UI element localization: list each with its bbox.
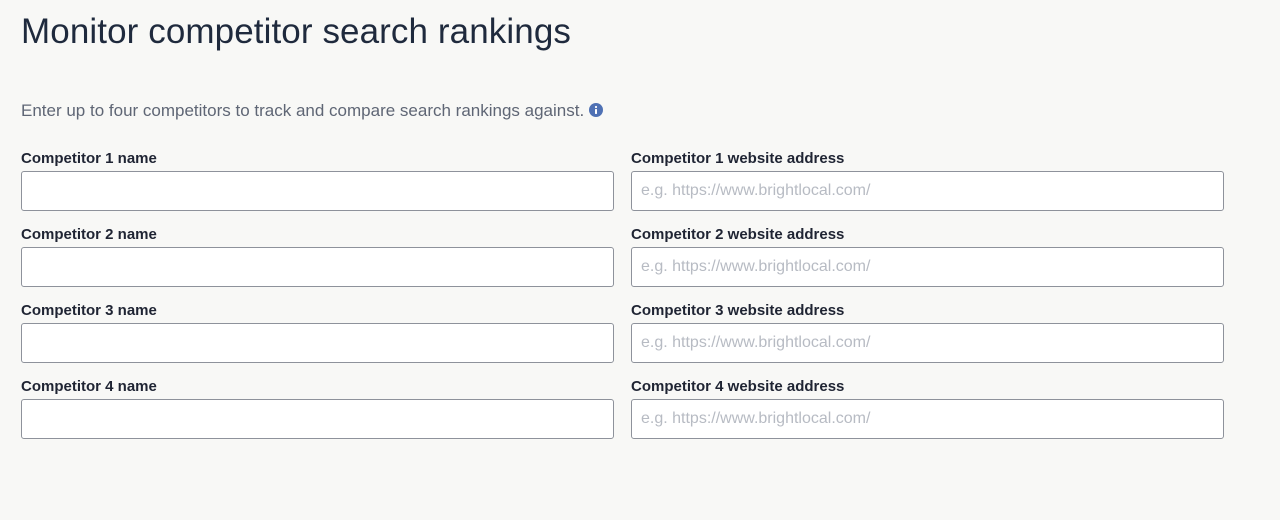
competitor-4-url-group: Competitor 4 website address xyxy=(631,378,1224,454)
competitor-3-name-group: Competitor 3 name xyxy=(21,302,614,378)
competitor-1-name-input[interactable] xyxy=(21,171,614,211)
competitor-row-3: Competitor 3 name Competitor 3 website a… xyxy=(21,302,1224,378)
competitor-3-url-group: Competitor 3 website address xyxy=(631,302,1224,378)
competitor-3-url-label: Competitor 3 website address xyxy=(631,302,845,319)
info-icon[interactable] xyxy=(589,103,604,117)
competitor-2-name-input[interactable] xyxy=(21,247,614,287)
competitor-row-2: Competitor 2 name Competitor 2 website a… xyxy=(21,226,1224,302)
competitor-1-url-input[interactable] xyxy=(631,171,1224,211)
competitor-4-url-input[interactable] xyxy=(631,399,1224,439)
competitor-form: Competitor 1 name Competitor 1 website a… xyxy=(21,150,1224,454)
competitor-1-url-label: Competitor 1 website address xyxy=(631,150,845,167)
intro-text-row: Enter up to four competitors to track an… xyxy=(21,101,604,121)
competitor-3-name-input[interactable] xyxy=(21,323,614,363)
competitor-2-url-label: Competitor 2 website address xyxy=(631,226,845,243)
competitor-3-url-input[interactable] xyxy=(631,323,1224,363)
competitor-2-name-label: Competitor 2 name xyxy=(21,226,157,243)
competitor-1-url-group: Competitor 1 website address xyxy=(631,150,1224,226)
competitor-row-4: Competitor 4 name Competitor 4 website a… xyxy=(21,378,1224,454)
competitor-4-name-input[interactable] xyxy=(21,399,614,439)
competitor-4-name-label: Competitor 4 name xyxy=(21,378,157,395)
competitor-3-name-label: Competitor 3 name xyxy=(21,302,157,319)
intro-text: Enter up to four competitors to track an… xyxy=(21,101,585,120)
competitor-row-1: Competitor 1 name Competitor 1 website a… xyxy=(21,150,1224,226)
competitor-2-url-group: Competitor 2 website address xyxy=(631,226,1224,302)
competitor-4-url-label: Competitor 4 website address xyxy=(631,378,845,395)
page-title: Monitor competitor search rankings xyxy=(21,12,572,51)
competitor-2-url-input[interactable] xyxy=(631,247,1224,287)
competitor-1-name-group: Competitor 1 name xyxy=(21,150,614,226)
competitor-1-name-label: Competitor 1 name xyxy=(21,150,157,167)
competitor-4-name-group: Competitor 4 name xyxy=(21,378,614,454)
competitor-2-name-group: Competitor 2 name xyxy=(21,226,614,302)
